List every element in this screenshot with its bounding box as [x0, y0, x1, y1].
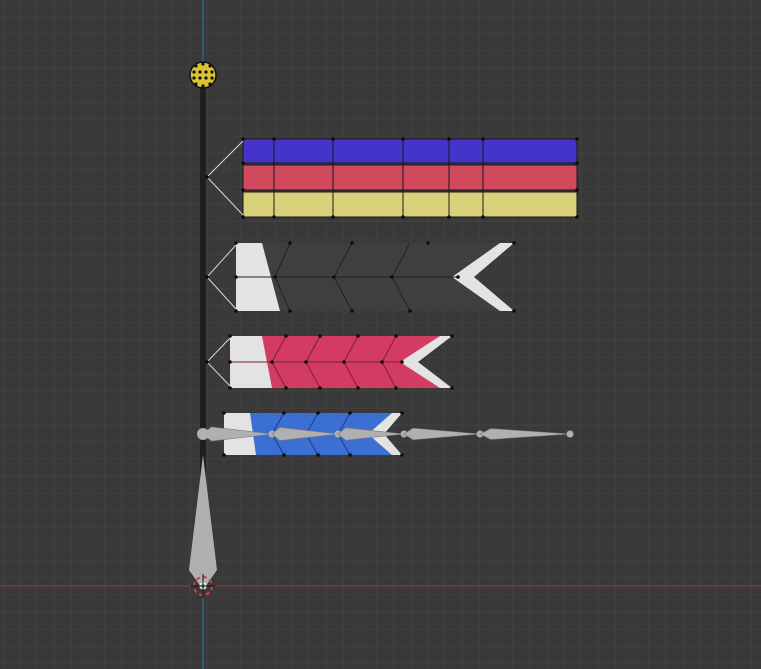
viewport-canvas[interactable]: [0, 0, 761, 669]
vertex: [380, 360, 384, 364]
vertex: [400, 411, 404, 415]
vertex: [316, 453, 320, 457]
vertex: [228, 360, 232, 364]
streamer-stripe-yellow: [243, 192, 577, 217]
vertex: [204, 76, 208, 80]
vertex: [348, 411, 352, 415]
vertex: [288, 309, 292, 313]
3d-viewport[interactable]: [0, 0, 761, 669]
vertex: [198, 76, 202, 80]
vertex: [450, 386, 454, 390]
vertex: [273, 275, 277, 279]
vertex: [394, 386, 398, 390]
vertex: [481, 215, 485, 219]
armature-bone[interactable]: [479, 428, 571, 440]
vertex: [331, 215, 335, 219]
vertex: [234, 309, 238, 313]
vertex: [284, 334, 288, 338]
vertex: [481, 137, 485, 141]
vertex: [284, 386, 288, 390]
vertex: [222, 453, 226, 457]
vertex: [331, 137, 335, 141]
vertex: [241, 137, 245, 141]
vertex: [228, 386, 232, 390]
vertex: [318, 334, 322, 338]
vertex: [282, 411, 286, 415]
vertex: [400, 360, 404, 364]
vertex: [288, 241, 292, 245]
vertex: [356, 386, 360, 390]
vertex: [390, 275, 394, 279]
vertex: [282, 453, 286, 457]
vertex: [401, 137, 405, 141]
armature-root-bone[interactable]: [189, 455, 217, 590]
vertex: [234, 275, 238, 279]
vertex: [348, 453, 352, 457]
vertex: [201, 84, 205, 88]
vertex: [332, 275, 336, 279]
vertex: [456, 275, 460, 279]
vertex: [270, 360, 274, 364]
vertex: [192, 76, 196, 80]
vertex: [208, 82, 212, 86]
vertex: [304, 360, 308, 364]
vertex: [394, 334, 398, 338]
koi-red-ropes: [206, 337, 231, 387]
streamer-stripe-blue: [243, 139, 577, 163]
vertex: [234, 241, 238, 245]
armature-joint[interactable]: [566, 430, 574, 438]
vertex: [401, 215, 405, 219]
vertex: [205, 275, 209, 279]
vertex: [194, 64, 198, 68]
streamer-mesh[interactable]: [206, 138, 578, 218]
pole-top-ball[interactable]: [189, 61, 217, 89]
vertex: [316, 411, 320, 415]
vertex: [205, 360, 209, 364]
vertex: [272, 137, 276, 141]
vertex: [205, 175, 209, 179]
vertex: [450, 334, 454, 338]
vertex: [272, 215, 276, 219]
vertex: [241, 188, 245, 192]
vertex: [426, 241, 430, 245]
vertex: [204, 70, 208, 74]
vertex: [342, 360, 346, 364]
vertex: [210, 76, 214, 80]
vertex: [575, 137, 579, 141]
vertex: [198, 70, 202, 74]
vertex: [408, 309, 412, 313]
vertex: [400, 453, 404, 457]
vertex: [512, 241, 516, 245]
vertex: [575, 161, 579, 165]
vertex: [210, 70, 214, 74]
armature-bone[interactable]: [403, 427, 481, 441]
armature-joint[interactable]: [197, 428, 209, 440]
vertex: [208, 64, 212, 68]
vertex: [350, 241, 354, 245]
vertex: [241, 215, 245, 219]
vertex: [447, 137, 451, 141]
koi-black-mesh[interactable]: [206, 242, 514, 312]
vertex: [194, 82, 198, 86]
vertex: [575, 215, 579, 219]
viewport-grid: [0, 0, 761, 669]
vertex: [575, 188, 579, 192]
vertex: [350, 309, 354, 313]
vertex: [318, 386, 322, 390]
vertex: [201, 62, 205, 66]
vertex: [512, 309, 516, 313]
vertex: [241, 161, 245, 165]
koi-red-mesh[interactable]: [206, 335, 452, 389]
vertex: [447, 215, 451, 219]
streamer-stripe-red: [243, 165, 577, 190]
vertex: [356, 334, 360, 338]
vertex: [228, 334, 232, 338]
vertex: [192, 70, 196, 74]
vertex: [222, 411, 226, 415]
